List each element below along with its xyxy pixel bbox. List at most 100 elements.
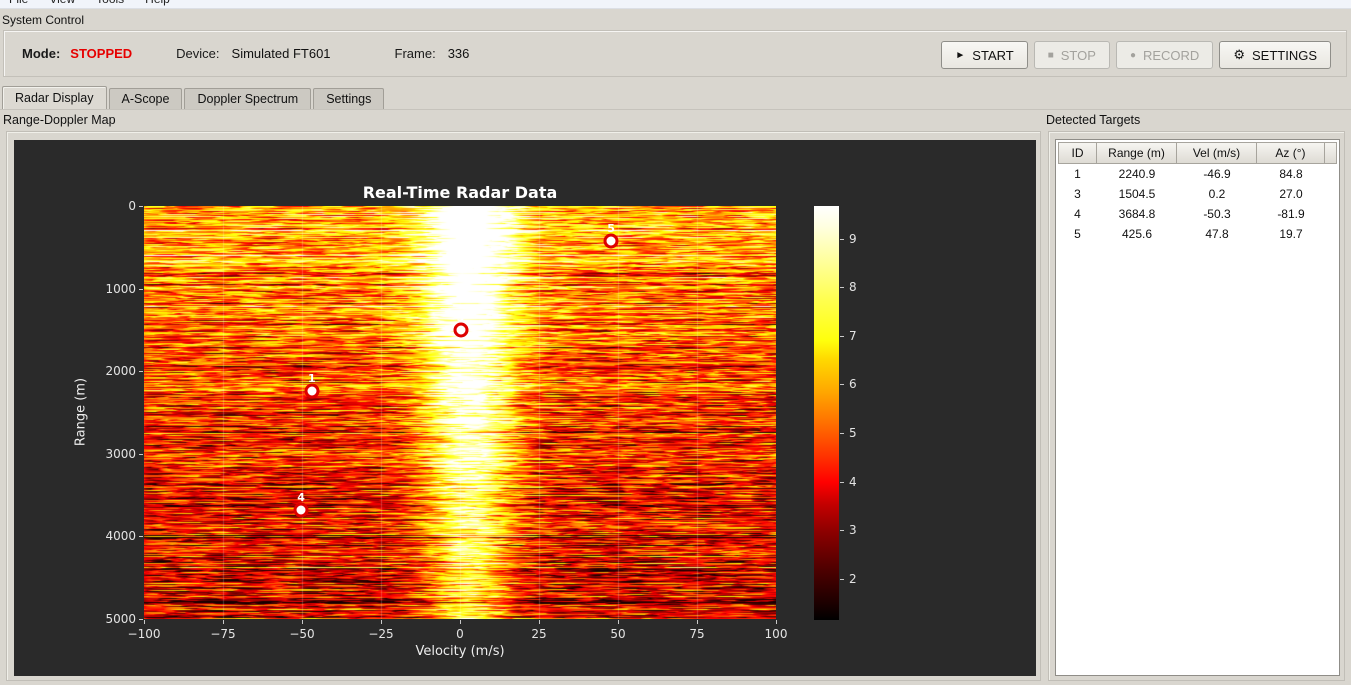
table-cell: 84.8 bbox=[1279, 167, 1303, 181]
table-cell: 27.0 bbox=[1279, 187, 1303, 201]
menu-bar: File View Tools Help bbox=[0, 0, 1351, 9]
x-tick-label: −75 bbox=[210, 627, 236, 641]
table-cell: 5 bbox=[1074, 227, 1081, 241]
menu-item-tools[interactable]: Tools bbox=[92, 0, 128, 8]
colorbar-tick-label: 4 bbox=[849, 474, 857, 489]
device-label: Device: bbox=[176, 46, 220, 61]
x-tick-label: 50 bbox=[610, 627, 626, 641]
table-row[interactable]: 3 1504.5 0.2 27.0 bbox=[1058, 184, 1337, 204]
table-cell: -50.3 bbox=[1203, 207, 1231, 221]
colorbar-tick-label: 6 bbox=[849, 377, 857, 392]
menu-item-help[interactable]: Help bbox=[141, 0, 174, 8]
colorbar-tick-label: 5 bbox=[849, 425, 857, 440]
table-cell: 1504.5 bbox=[1118, 187, 1156, 201]
axis-tick bbox=[539, 620, 540, 624]
y-tick-label: 3000 bbox=[105, 446, 136, 461]
menu-item-file[interactable]: File bbox=[5, 0, 32, 8]
table-cell: 3 bbox=[1074, 187, 1081, 201]
start-button-label: START bbox=[972, 47, 1014, 63]
y-tick-label: 2000 bbox=[105, 364, 136, 379]
plot-title: Real-Time Radar Data bbox=[362, 183, 558, 202]
table-cell: 47.8 bbox=[1205, 227, 1229, 241]
stop-button[interactable]: ■ STOP bbox=[1033, 41, 1110, 69]
radar-app-window: { "menu": { "items": ["File", "View", "T… bbox=[0, 0, 1351, 685]
colorbar-tick-label: 2 bbox=[849, 571, 857, 586]
table-row[interactable]: 1 2240.9 -46.9 84.8 bbox=[1058, 164, 1337, 184]
status-row: Mode: STOPPED Device: Simulated FT601 Fr… bbox=[22, 31, 469, 76]
table-row[interactable]: 5 425.6 47.8 19.7 bbox=[1058, 224, 1337, 244]
target-marker-3 bbox=[453, 322, 469, 338]
tab-settings[interactable]: Settings bbox=[313, 88, 385, 109]
axis-tick bbox=[460, 620, 461, 624]
axis-tick bbox=[223, 620, 224, 624]
table-cell: 425.6 bbox=[1121, 227, 1153, 241]
system-control-group-title: System Control bbox=[2, 13, 85, 27]
stop-icon: ■ bbox=[1047, 49, 1054, 61]
table-cell bbox=[1325, 224, 1337, 244]
column-header-vel[interactable]: Vel (m/s) bbox=[1176, 142, 1257, 164]
record-icon: ● bbox=[1129, 49, 1136, 61]
axis-tick bbox=[840, 335, 844, 337]
tab-radar-display[interactable]: Radar Display bbox=[2, 86, 107, 109]
target-marker-label-3: 3 bbox=[456, 311, 465, 325]
colorbar-tick-label: 8 bbox=[849, 280, 857, 295]
axis-tick bbox=[840, 578, 844, 580]
y-tick-label: 4000 bbox=[105, 529, 136, 544]
tab-doppler-spectrum[interactable]: Doppler Spectrum bbox=[184, 88, 312, 109]
settings-button-label: SETTINGS bbox=[1251, 47, 1317, 63]
settings-button[interactable]: ⚙ SETTINGS bbox=[1219, 41, 1331, 69]
x-tick-label: 100 bbox=[764, 627, 788, 641]
start-button[interactable]: ► START bbox=[941, 41, 1028, 69]
play-icon: ► bbox=[955, 49, 966, 61]
table-cell: 3684.8 bbox=[1118, 207, 1156, 221]
column-header-az[interactable]: Az (°) bbox=[1256, 142, 1325, 164]
column-header-stub bbox=[1324, 142, 1337, 164]
axis-tick bbox=[618, 620, 619, 624]
table-cell: 19.7 bbox=[1279, 227, 1303, 241]
targets-table-body: 1 2240.9 -46.9 84.8 3 1504.5 0.2 27.0 4 3684.8 -50… bbox=[1058, 164, 1337, 244]
target-marker-label-5: 5 bbox=[607, 222, 615, 236]
y-tick-label: 5000 bbox=[105, 612, 136, 626]
mode-value: STOPPED bbox=[70, 46, 133, 61]
colorbar-tick-label: 9 bbox=[849, 231, 857, 246]
table-cell bbox=[1325, 184, 1337, 204]
colorbar-tick-label: 3 bbox=[849, 523, 857, 538]
axis-tick bbox=[139, 371, 143, 373]
control-buttons: ► START ■ STOP ● RECORD ⚙ SETTINGS bbox=[941, 41, 1331, 69]
frame-value: 336 bbox=[447, 46, 470, 61]
radar-plot-area: Real-Time Radar Data Velocity (m/s) Rang… bbox=[14, 140, 1036, 676]
target-marker-label-1: 1 bbox=[307, 372, 316, 386]
table-row[interactable]: 4 3684.8 -50.3 -81.9 bbox=[1058, 204, 1337, 224]
y-tick-label: 1000 bbox=[105, 281, 136, 296]
system-control-group: Mode: STOPPED Device: Simulated FT601 Fr… bbox=[3, 30, 1347, 77]
column-header-id[interactable]: ID bbox=[1058, 142, 1097, 164]
axis-tick bbox=[381, 620, 382, 624]
table-cell: -46.9 bbox=[1203, 167, 1231, 181]
y-tick-label: 0 bbox=[128, 199, 136, 213]
y-axis-label: Range (m) bbox=[73, 377, 89, 447]
axis-tick bbox=[139, 206, 143, 207]
record-button[interactable]: ● RECORD bbox=[1115, 41, 1214, 69]
mode-label: Mode: bbox=[22, 46, 61, 61]
menu-item-view[interactable]: View bbox=[45, 0, 79, 8]
targets-table-header: ID Range (m) Vel (m/s) Az (°) bbox=[1058, 142, 1337, 164]
axis-tick bbox=[139, 453, 143, 455]
axis-tick bbox=[840, 384, 844, 386]
frame-label: Frame: bbox=[394, 46, 436, 61]
x-tick-label: 25 bbox=[531, 627, 547, 641]
target-marker-4 bbox=[293, 502, 309, 518]
colorbar bbox=[814, 206, 839, 620]
range-doppler-map-title: Range-Doppler Map bbox=[3, 113, 116, 127]
tab-separator bbox=[0, 109, 1351, 110]
x-axis-label: Velocity (m/s) bbox=[415, 644, 505, 659]
tab-strip: Radar Display A-Scope Doppler Spectrum Sett… bbox=[2, 86, 385, 109]
table-cell: 0.2 bbox=[1208, 187, 1226, 201]
target-marker-1 bbox=[304, 383, 320, 399]
column-header-range[interactable]: Range (m) bbox=[1096, 142, 1177, 164]
detected-targets-title: Detected Targets bbox=[1046, 113, 1141, 127]
axis-tick bbox=[302, 620, 303, 624]
detected-targets-group: ID Range (m) Vel (m/s) Az (°) 1 2240.9 -46.9 8… bbox=[1048, 131, 1345, 681]
axis-tick bbox=[139, 619, 143, 620]
axis-tick bbox=[840, 530, 844, 532]
tab-a-scope[interactable]: A-Scope bbox=[108, 88, 183, 109]
